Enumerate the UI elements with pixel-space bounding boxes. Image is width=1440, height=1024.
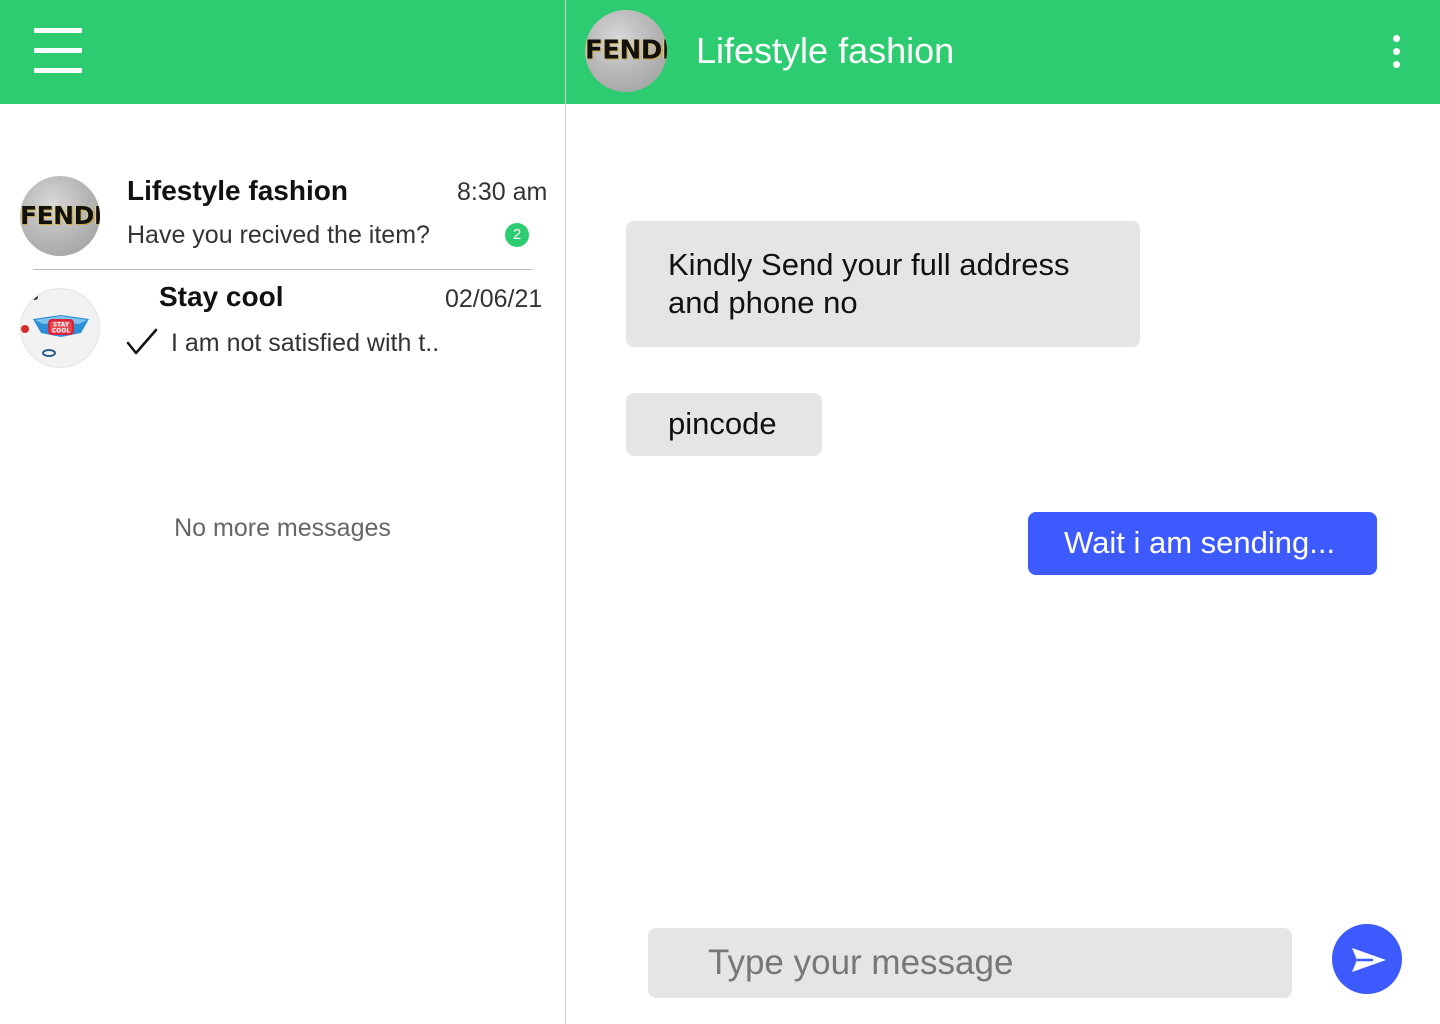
conversation-time: 02/06/21 <box>445 285 543 313</box>
avatar: STAY COOL <box>20 288 100 368</box>
send-icon <box>1352 948 1386 972</box>
checkmark-icon <box>126 328 158 355</box>
kebab-menu-icon[interactable] <box>1384 35 1410 71</box>
no-more-messages-label: No more messages <box>174 514 391 542</box>
send-button[interactable] <box>1332 924 1402 994</box>
message-input[interactable] <box>648 928 1292 998</box>
avatar-logo-text: FENDI <box>20 200 100 230</box>
hamburger-line <box>34 28 82 33</box>
stay-cool-logo-icon: STAY COOL <box>21 291 97 358</box>
hamburger-line <box>34 68 82 73</box>
avatar-logo-text: FENDI <box>585 35 667 66</box>
incoming-message: pincode <box>626 393 822 456</box>
conversation-time: 8:30 am <box>457 178 548 206</box>
outgoing-message: Wait i am sending... <box>1028 512 1377 575</box>
kebab-dot <box>1393 48 1400 55</box>
chat-header: FENDI Lifestyle fashion <box>566 0 1440 104</box>
conversation-name: Stay cool <box>159 281 284 312</box>
conversation-preview: I am not satisfied with t.. <box>171 329 440 357</box>
sidebar-header <box>0 0 565 104</box>
kebab-dot <box>1393 35 1400 42</box>
svg-text:COOL: COOL <box>52 328 71 335</box>
conversation-item-stay-cool[interactable]: STAY COOL Stay cool 02/06/21 I am not sa… <box>0 276 565 376</box>
avatar: FENDI <box>20 176 100 256</box>
conversation-item-lifestyle-fashion[interactable]: FENDI Lifestyle fashion 8:30 am Have you… <box>0 168 565 268</box>
pane-divider <box>565 0 566 1024</box>
chat-title: Lifestyle fashion <box>696 30 955 71</box>
kebab-dot <box>1393 61 1400 68</box>
incoming-message: Kindly Send your full address and phone … <box>626 221 1140 347</box>
conversation-preview: Have you recived the item? <box>127 221 430 249</box>
conversation-divider <box>33 269 532 270</box>
conversation-list-pane: FENDI Lifestyle fashion 8:30 am Have you… <box>0 0 565 1024</box>
chat-avatar[interactable]: FENDI <box>585 10 667 92</box>
unread-badge: 2 <box>505 223 529 247</box>
hamburger-menu-icon[interactable] <box>34 28 82 74</box>
conversation-name: Lifestyle fashion <box>127 175 348 206</box>
hamburger-line <box>34 48 82 53</box>
